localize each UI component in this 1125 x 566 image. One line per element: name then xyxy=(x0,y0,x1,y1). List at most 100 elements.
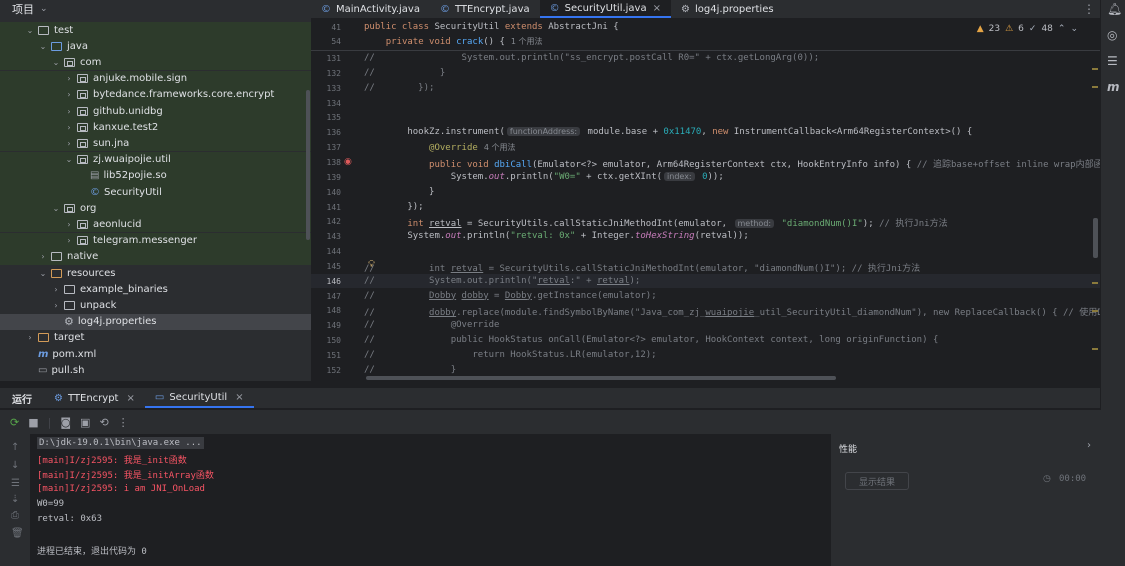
chevron-down-icon[interactable]: ⌄ xyxy=(1070,24,1078,34)
tree-item[interactable]: › example_binaries xyxy=(0,281,311,297)
chevron-right-icon[interactable]: › xyxy=(25,333,35,342)
tree-item[interactable]: › kanxue.test2 xyxy=(0,119,311,136)
code-line[interactable]: // int retval = SecurityUtils.callStatic… xyxy=(364,261,920,274)
ai-assistant-icon[interactable]: ◎ xyxy=(1107,28,1117,42)
code-line[interactable]: // } xyxy=(364,68,445,78)
code-line[interactable]: } xyxy=(364,187,434,197)
vertical-scrollbar[interactable] xyxy=(1093,218,1098,258)
run-tab[interactable]: ⚙ TTEncrypt × xyxy=(44,388,145,408)
code-line[interactable]: // } xyxy=(364,365,456,375)
tree-item[interactable]: › anjuke.mobile.sign xyxy=(0,70,311,87)
chevron-right-icon[interactable]: › xyxy=(51,301,61,310)
tree-item[interactable]: ▤ lib52pojie.so xyxy=(0,167,311,184)
editor-tab[interactable]: ⚙ log4j.properties xyxy=(671,0,784,18)
code-line[interactable]: // @Override xyxy=(364,320,499,330)
console-text[interactable]: D:\jdk-19.0.1\bin\java.exe ... xyxy=(37,437,204,449)
chevron-right-icon[interactable]: › xyxy=(64,90,74,99)
run-tab[interactable]: ▭ SecurityUtil × xyxy=(144,388,254,408)
code-line[interactable]: // }); xyxy=(364,83,434,93)
chevron-up-icon[interactable]: ⌃ xyxy=(1058,24,1066,34)
chevron-right-icon[interactable]: › xyxy=(64,123,74,132)
tree-item[interactable]: ⚙ log4j.properties xyxy=(0,313,311,330)
stop-icon[interactable]: ■ xyxy=(28,416,38,429)
code-line[interactable]: // System.out.println("retval:" + retval… xyxy=(364,276,640,286)
code-line[interactable]: System.out.println("retval: 0x" + Intege… xyxy=(364,231,748,241)
tree-item[interactable]: m pom.xml xyxy=(0,346,311,362)
close-icon[interactable]: × xyxy=(126,393,134,404)
sticky-code-line[interactable]: public class SecurityUtil extends Abstra… xyxy=(364,22,619,32)
rerun-icon[interactable]: ⟳ xyxy=(10,416,19,429)
tree-item[interactable]: › native xyxy=(0,248,311,265)
layout-icon[interactable]: ▣ xyxy=(80,416,90,429)
coverage-icon[interactable]: ⟲ xyxy=(99,416,108,429)
chevron-down-icon[interactable]: ⌄ xyxy=(38,42,48,51)
database-icon[interactable]: ☰ xyxy=(1107,54,1118,68)
project-header[interactable]: 项目 ⌄ xyxy=(0,0,311,18)
chevron-right-icon[interactable]: › xyxy=(38,252,48,261)
chevron-right-icon[interactable]: › xyxy=(51,285,61,294)
tree-item[interactable]: ▭ pull.sh xyxy=(0,362,311,378)
horizontal-scrollbar[interactable] xyxy=(366,376,836,380)
camera-icon[interactable]: ◙ xyxy=(60,416,71,429)
tree-item[interactable]: › unpack xyxy=(0,297,311,313)
code-line[interactable]: // Dobby dobby = Dobby.getInstance(emula… xyxy=(364,291,657,301)
chevron-down-icon[interactable]: ⌄ xyxy=(51,58,61,67)
close-icon[interactable]: × xyxy=(653,3,661,14)
tree-item[interactable]: ⌄ com xyxy=(0,54,311,71)
code-line[interactable]: int retval = SecurityUtils.callStaticJni… xyxy=(364,216,948,229)
code-line[interactable]: // dobby.replace(module.findSymbolByName… xyxy=(364,305,1100,318)
close-icon[interactable]: × xyxy=(235,392,243,403)
trash-icon[interactable]: 🗑︎ xyxy=(11,528,24,539)
editor-tab[interactable]: © MainActivity.java xyxy=(311,0,430,18)
chevron-down-icon[interactable]: ⌄ xyxy=(38,269,48,278)
chevron-down-icon[interactable]: ⌄ xyxy=(40,4,48,14)
console-output[interactable]: D:\jdk-19.0.1\bin\java.exe ... [main]I/zj… xyxy=(30,434,830,566)
chevron-right-icon[interactable]: › xyxy=(64,236,74,245)
editor-tab[interactable]: © TTEncrypt.java xyxy=(430,0,540,18)
lightbulb-icon[interactable]: 💡︎ xyxy=(368,259,375,270)
code-line[interactable]: }); xyxy=(364,202,423,212)
code-line[interactable]: System.out.println("W0=" + ctx.getXInt(i… xyxy=(364,171,724,182)
code-line[interactable]: // return HookStatus.LR(emulator,12); xyxy=(364,350,657,360)
tree-scrollbar[interactable] xyxy=(306,90,310,240)
code-line[interactable]: // System.out.println("ss_encrypt.postCa… xyxy=(364,53,819,63)
chevron-right-icon[interactable]: › xyxy=(1087,440,1091,451)
notifications-icon[interactable]: 🔔︎ xyxy=(1107,2,1122,16)
more-options-icon[interactable]: ⋮ xyxy=(1083,2,1095,16)
tree-item[interactable]: ⌄ resources xyxy=(0,265,311,281)
tree-item[interactable]: › telegram.messenger xyxy=(0,232,311,249)
chevron-right-icon[interactable]: › xyxy=(64,74,74,83)
chevron-down-icon[interactable]: ⌄ xyxy=(64,155,74,164)
tree-item[interactable]: ⌄ org xyxy=(0,200,311,217)
maven-icon[interactable]: m xyxy=(1107,80,1120,94)
tree-item[interactable]: ⌄ zj.wuaipojie.util xyxy=(0,151,311,168)
tree-item[interactable]: ⌄ java xyxy=(0,38,311,55)
inspection-widget[interactable]: ▲ 23 ⚠ 6 ✓ 48 ⌃ ⌄ xyxy=(977,24,1078,34)
code-line[interactable]: public void dbiCall(Emulator<?> emulator… xyxy=(364,157,1100,170)
soft-wrap-icon[interactable]: ☰ xyxy=(11,478,20,489)
arrow-up-icon[interactable]: ↑ xyxy=(11,442,19,453)
code-line[interactable]: @Override 4 个用法 xyxy=(364,142,515,153)
sticky-code-line[interactable]: private void crack() {1 个用法 xyxy=(364,36,543,47)
tree-item[interactable]: › aeonlucid xyxy=(0,216,311,233)
tree-item[interactable]: › bytedance.frameworks.core.encrypt xyxy=(0,86,311,103)
tree-item[interactable]: © SecurityUtil xyxy=(0,184,311,200)
override-gutter-icon[interactable]: ◉ xyxy=(344,157,352,167)
editor-tab[interactable]: © SecurityUtil.java × xyxy=(539,0,671,18)
more-options-icon[interactable]: ⋮ xyxy=(118,416,129,429)
code-editor[interactable]: 131 // System.out.println("ss_encrypt.pos… xyxy=(311,18,1100,381)
code-line[interactable]: // public HookStatus onCall(Emulator<?> … xyxy=(364,335,938,345)
print-icon[interactable]: ⎙ xyxy=(11,510,19,521)
chevron-right-icon[interactable]: › xyxy=(64,107,74,116)
chevron-right-icon[interactable]: › xyxy=(64,139,74,148)
tree-item[interactable]: ⌄ test xyxy=(0,22,311,38)
chevron-right-icon[interactable]: › xyxy=(64,220,74,229)
arrow-down-icon[interactable]: ↓ xyxy=(11,460,19,471)
chevron-down-icon[interactable]: ⌄ xyxy=(51,204,61,213)
tree-item[interactable]: › github.unidbg xyxy=(0,103,311,119)
code-line[interactable]: hookZz.instrument(functionAddress: modul… xyxy=(364,127,972,137)
scroll-end-icon[interactable]: ⇣ xyxy=(11,494,19,505)
chevron-down-icon[interactable]: ⌄ xyxy=(25,26,35,35)
show-results-button[interactable]: 显示结果 xyxy=(845,472,909,490)
tree-item[interactable]: › sun.jna xyxy=(0,135,311,152)
